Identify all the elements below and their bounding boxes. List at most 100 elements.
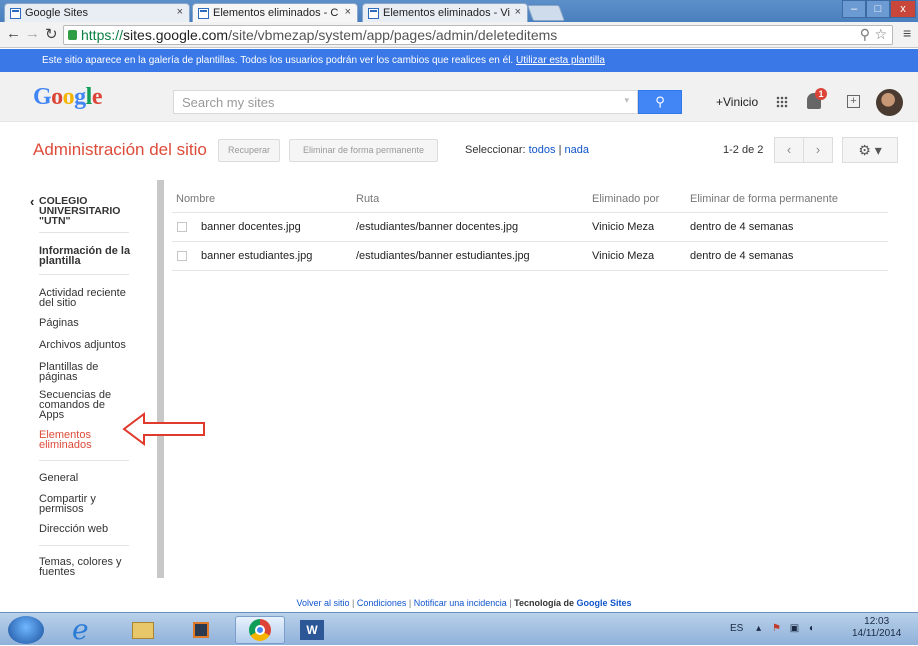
column-header-delete-permanently[interactable]: Eliminar de forma permanente xyxy=(690,193,838,205)
forward-arrow-icon[interactable]: → xyxy=(25,25,40,42)
minimize-button[interactable]: – xyxy=(842,0,866,18)
share-plus-icon[interactable]: + xyxy=(847,95,860,108)
use-template-link[interactable]: Utilizar esta plantilla xyxy=(516,55,605,66)
prev-page-button[interactable]: ‹ xyxy=(774,137,804,163)
next-page-button[interactable]: › xyxy=(803,137,833,163)
table-cell-expiry: dentro de 4 semanas xyxy=(690,221,794,233)
volume-icon[interactable]: ◖ xyxy=(808,623,814,634)
menu-icon[interactable]: ≡ xyxy=(903,25,911,41)
select-separator: | xyxy=(558,144,562,156)
terms-link[interactable]: Condiciones xyxy=(357,598,407,608)
table-cell-deleted-by: Vinicio Meza xyxy=(592,221,655,233)
chrome-icon[interactable] xyxy=(235,616,285,644)
select-all-link[interactable]: todos xyxy=(529,144,556,156)
row-checkbox[interactable] xyxy=(177,251,187,261)
column-header-deleted-by[interactable]: Eliminado por xyxy=(592,193,659,205)
tab-close-icon[interactable]: × xyxy=(177,6,183,18)
user-profile-link[interactable]: +Vinicio xyxy=(716,95,758,109)
url-host: sites.google.com xyxy=(123,27,229,43)
clock-time: 12:03 xyxy=(864,616,890,627)
tab-close-icon[interactable]: × xyxy=(515,6,521,18)
template-gallery-banner: Este sitio aparece en la galería de plan… xyxy=(0,49,918,72)
chevron-left-icon[interactable]: ‹ xyxy=(30,194,34,209)
report-issue-link[interactable]: Notificar una incidencia xyxy=(414,598,507,608)
sidebar-item-themes[interactable]: Temas, colores y fuentes xyxy=(39,557,135,578)
avatar[interactable] xyxy=(876,89,903,116)
table-row-divider xyxy=(172,270,888,271)
search-icon: ⚲ xyxy=(655,94,665,109)
file-explorer-icon[interactable] xyxy=(122,616,164,644)
tab-close-icon[interactable]: × xyxy=(345,6,351,18)
tab-elementos-eliminados-1[interactable]: Elementos eliminados - C × xyxy=(192,3,358,22)
media-player-icon[interactable] xyxy=(180,616,222,644)
network-icon[interactable]: ▣ xyxy=(790,623,799,634)
table-cell-deleted-by: Vinicio Meza xyxy=(592,250,655,262)
search-dropdown-icon[interactable]: ▾ xyxy=(624,95,629,106)
tab-title: Elementos eliminados - C xyxy=(213,7,339,19)
tab-google-sites[interactable]: Google Sites × xyxy=(4,3,190,22)
url-scheme: https:// xyxy=(81,27,124,43)
back-arrow-icon[interactable]: ← xyxy=(6,25,21,42)
new-tab-button[interactable] xyxy=(527,5,565,21)
sites-favicon-icon xyxy=(198,8,209,19)
show-hidden-icons-icon[interactable]: ▴ xyxy=(756,623,761,634)
sidebar-site-name[interactable]: COLEGIO UNIVERSITARIO "UTN" xyxy=(39,196,120,227)
sidebar-scrollbar[interactable] xyxy=(157,180,164,578)
column-header-name[interactable]: Nombre xyxy=(176,193,215,205)
sidebar-item-page-templates[interactable]: Plantillas de páginas xyxy=(39,362,119,383)
sidebar-divider xyxy=(39,460,129,461)
settings-gear-button[interactable]: ⚙ ▾ xyxy=(842,137,898,163)
page-footer: Volver al sitio | Condiciones | Notifica… xyxy=(296,598,632,608)
sidebar-item-web-address[interactable]: Dirección web xyxy=(39,524,108,535)
table-cell-name[interactable]: banner docentes.jpg xyxy=(201,221,301,233)
recover-button[interactable]: Recuperar xyxy=(218,139,280,162)
sites-favicon-icon xyxy=(368,8,379,19)
select-controls: Seleccionar: todos | nada xyxy=(465,144,589,156)
maximize-button[interactable]: □ xyxy=(866,0,890,18)
url-path: /site/vbmezap/system/app/pages/admin/del… xyxy=(228,27,558,43)
google-logo[interactable]: Google xyxy=(33,84,103,111)
system-clock[interactable]: 12:03 14/11/2014 xyxy=(852,616,901,640)
delete-permanently-button[interactable]: Eliminar de forma permanente xyxy=(289,139,438,162)
sidebar-item-template-info[interactable]: Información de la plantilla xyxy=(39,246,139,267)
internet-explorer-icon[interactable]: e xyxy=(62,613,104,646)
sidebar-divider xyxy=(39,232,129,233)
sidebar-item-pages[interactable]: Páginas xyxy=(39,318,79,329)
apps-grid-icon[interactable] xyxy=(776,96,788,108)
system-tray: ES ▴ ⚑ ▣ ◖ xyxy=(730,623,814,634)
windows-start-icon[interactable] xyxy=(8,616,44,644)
zoom-icon[interactable]: ⚲ xyxy=(860,26,870,43)
red-arrow-annotation xyxy=(122,412,205,446)
windows-taskbar: e W ES ▴ ⚑ ▣ ◖ 12:03 14/11/2014 xyxy=(0,612,918,646)
google-sites-link[interactable]: Google Sites xyxy=(577,598,632,608)
sidebar-item-deleted-items[interactable]: Elementos eliminados xyxy=(39,430,119,451)
star-icon[interactable]: ☆ xyxy=(874,26,887,43)
pagination-count: 1-2 de 2 xyxy=(723,144,764,156)
lock-icon xyxy=(68,30,77,40)
table-cell-path: /estudiantes/banner estudiantes.jpg xyxy=(356,250,530,262)
search-placeholder: Search my sites xyxy=(182,95,275,110)
action-center-icon[interactable]: ⚑ xyxy=(772,623,781,634)
search-input[interactable]: Search my sites ▾ xyxy=(173,90,638,114)
search-button[interactable]: ⚲ xyxy=(638,90,682,114)
row-checkbox[interactable] xyxy=(177,222,187,232)
sidebar-item-sharing[interactable]: Compartir y permisos xyxy=(39,494,119,515)
table-cell-name[interactable]: banner estudiantes.jpg xyxy=(201,250,312,262)
word-icon[interactable]: W xyxy=(292,616,334,644)
sidebar-item-apps-scripts[interactable]: Secuencias de comandos de Apps xyxy=(39,390,121,421)
powered-by-label: Tecnología de xyxy=(514,598,574,608)
sidebar-item-recent-activity[interactable]: Actividad reciente del sitio xyxy=(39,288,135,309)
url-bar[interactable]: https://sites.google.com/site/vbmezap/sy… xyxy=(63,25,893,45)
select-none-link[interactable]: nada xyxy=(565,144,589,156)
sidebar-item-attachments[interactable]: Archivos adjuntos xyxy=(39,340,149,351)
banner-text: Este sitio aparece en la galería de plan… xyxy=(42,55,514,66)
reload-icon[interactable]: ↻ xyxy=(45,25,58,43)
sidebar-item-general[interactable]: General xyxy=(39,473,78,484)
address-toolbar: ← → ↻ https://sites.google.com/site/vbme… xyxy=(0,22,918,48)
column-header-path[interactable]: Ruta xyxy=(356,193,379,205)
back-to-site-link[interactable]: Volver al sitio xyxy=(296,598,349,608)
google-header: Google Search my sites ▾ ⚲ +Vinicio 1 + xyxy=(0,72,918,122)
close-window-button[interactable]: x xyxy=(890,0,916,18)
language-indicator[interactable]: ES xyxy=(730,623,743,634)
tab-elementos-eliminados-2[interactable]: Elementos eliminados - Vi × xyxy=(362,3,528,22)
